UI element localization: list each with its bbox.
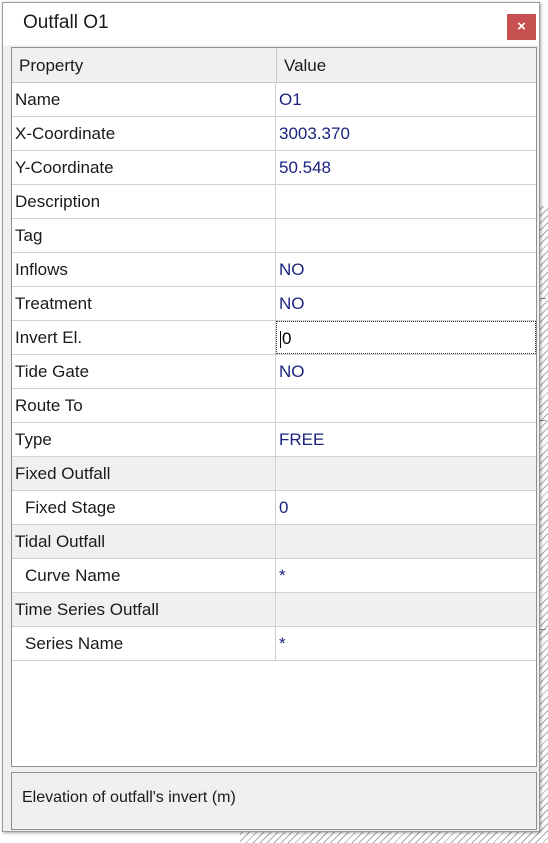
property-value[interactable]: NO — [276, 287, 536, 320]
grid-row-curve-name[interactable]: Curve Name * — [12, 559, 536, 593]
property-label: Inflows — [12, 253, 276, 286]
grid-row-series-name[interactable]: Series Name * — [12, 627, 536, 661]
property-value[interactable]: 50.548 — [276, 151, 536, 184]
grid-row-x-coordinate[interactable]: X-Coordinate 3003.370 — [12, 117, 536, 151]
grid-row-name[interactable]: Name O1 — [12, 83, 536, 117]
title-bar[interactable]: Outfall O1 × — [3, 3, 539, 45]
category-label: Tidal Outfall — [12, 525, 276, 558]
property-label: Treatment — [12, 287, 276, 320]
property-label: Name — [12, 83, 276, 116]
property-label: Description — [12, 185, 276, 218]
property-grid: Property Value Name O1 X-Coordinate 3003… — [11, 47, 537, 767]
property-value[interactable] — [276, 185, 536, 218]
property-value[interactable] — [276, 389, 536, 422]
property-description-panel: Elevation of outfall's invert (m) — [11, 772, 537, 830]
property-value[interactable]: 3003.370 — [276, 117, 536, 150]
property-label: Curve Name — [12, 559, 276, 592]
grid-row-treatment[interactable]: Treatment NO — [12, 287, 536, 321]
property-label: Type — [12, 423, 276, 456]
category-value — [276, 525, 536, 558]
outfall-properties-dialog: Outfall O1 × Property Value Name O1 X-Co… — [2, 2, 540, 832]
property-value[interactable] — [276, 219, 536, 252]
property-value[interactable]: 0 — [276, 491, 536, 524]
property-value[interactable]: NO — [276, 355, 536, 388]
category-label: Fixed Outfall — [12, 457, 276, 490]
grid-row-description[interactable]: Description — [12, 185, 536, 219]
grid-row-tide-gate[interactable]: Tide Gate NO — [12, 355, 536, 389]
category-row-tidal-outfall[interactable]: Tidal Outfall — [12, 525, 536, 559]
grid-row-route-to[interactable]: Route To — [12, 389, 536, 423]
grid-row-inflows[interactable]: Inflows NO — [12, 253, 536, 287]
invert-elevation-value: 0 — [282, 329, 292, 348]
property-value[interactable]: FREE — [276, 423, 536, 456]
category-row-fixed-outfall[interactable]: Fixed Outfall — [12, 457, 536, 491]
invert-elevation-input[interactable]: 0 — [276, 321, 536, 354]
property-label: Tag — [12, 219, 276, 252]
property-label: X-Coordinate — [12, 117, 276, 150]
category-label: Time Series Outfall — [12, 593, 276, 626]
property-label: Fixed Stage — [12, 491, 276, 524]
window-title: Outfall O1 — [23, 12, 109, 33]
category-row-time-series-outfall[interactable]: Time Series Outfall — [12, 593, 536, 627]
map-dash-mark — [540, 420, 546, 421]
property-label: Route To — [12, 389, 276, 422]
property-value[interactable]: O1 — [276, 83, 536, 116]
property-value[interactable]: * — [276, 627, 536, 660]
property-value[interactable]: * — [276, 559, 536, 592]
grid-row-y-coordinate[interactable]: Y-Coordinate 50.548 — [12, 151, 536, 185]
grid-row-fixed-stage[interactable]: Fixed Stage 0 — [12, 491, 536, 525]
map-dash-mark — [540, 629, 546, 630]
grid-row-type[interactable]: Type FREE — [12, 423, 536, 457]
close-icon: × — [517, 18, 526, 35]
value-column-header[interactable]: Value — [277, 48, 536, 82]
grid-row-tag[interactable]: Tag — [12, 219, 536, 253]
category-value — [276, 457, 536, 490]
property-value[interactable]: NO — [276, 253, 536, 286]
close-button[interactable]: × — [507, 14, 536, 40]
property-label: Series Name — [12, 627, 276, 660]
text-caret — [280, 331, 281, 349]
property-label: Tide Gate — [12, 355, 276, 388]
grid-header: Property Value — [12, 48, 536, 83]
category-value — [276, 593, 536, 626]
grid-row-invert-elevation[interactable]: Invert El. 0 — [12, 321, 536, 355]
property-label: Invert El. — [12, 321, 276, 354]
property-column-header[interactable]: Property — [12, 48, 277, 82]
property-label: Y-Coordinate — [12, 151, 276, 184]
map-dash-mark — [540, 298, 546, 299]
property-description-text: Elevation of outfall's invert (m) — [22, 789, 236, 806]
